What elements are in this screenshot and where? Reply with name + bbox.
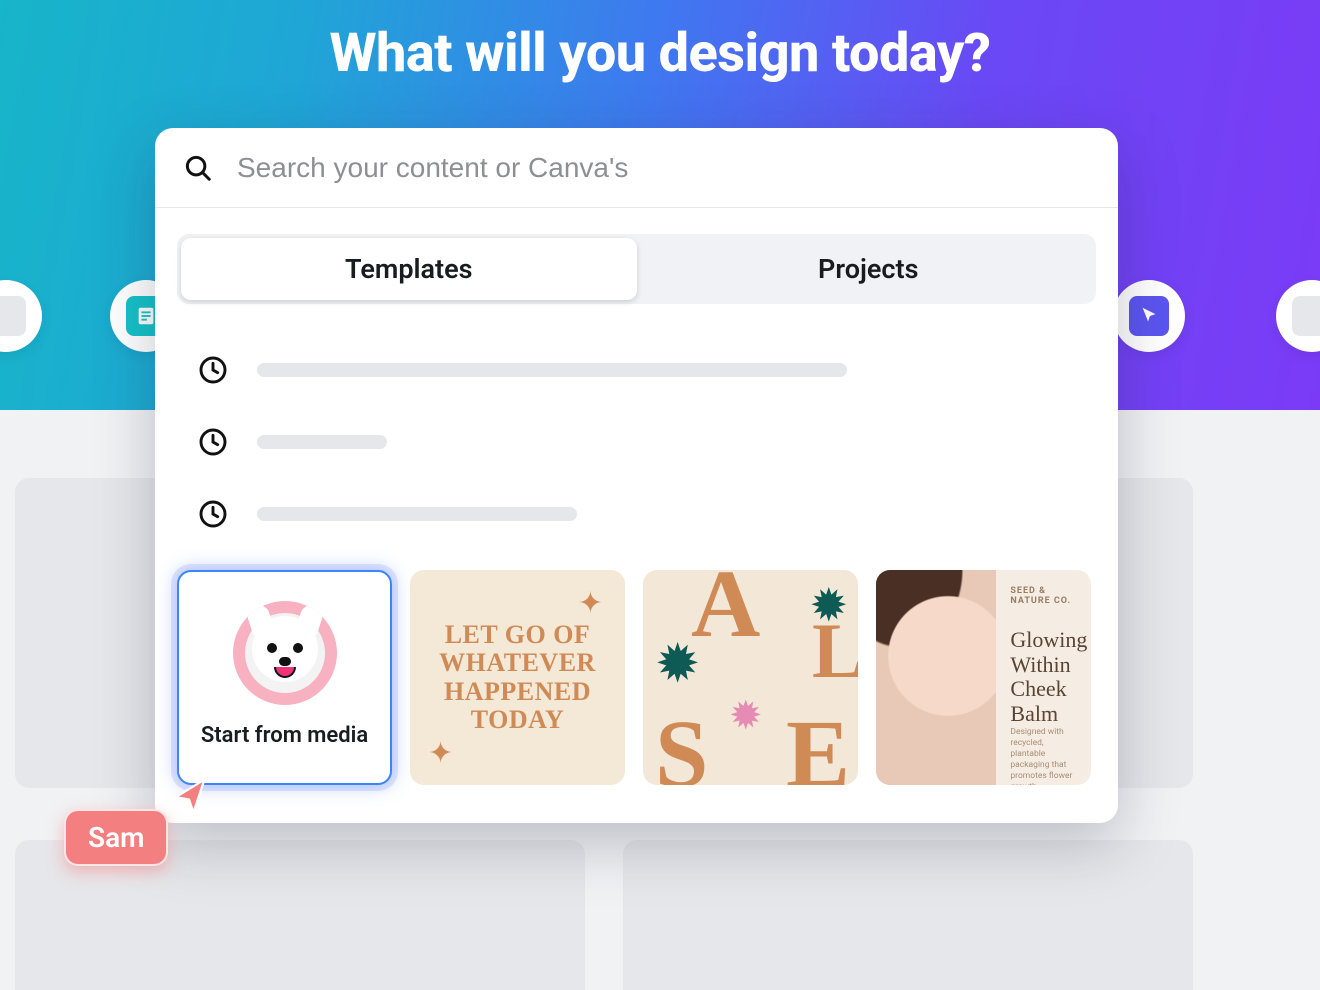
placeholder-line: [257, 507, 577, 521]
product-description: Designed with recycled, plantable packag…: [1010, 727, 1079, 786]
category-pill-cursor[interactable]: [1113, 280, 1185, 352]
template-text: LET GO OF WHATEVER HAPPENED TODAY: [439, 621, 596, 733]
clock-icon: [197, 498, 229, 530]
cursor-icon: [1129, 296, 1169, 336]
recent-search-item[interactable]: [197, 406, 1076, 478]
clock-icon: [197, 426, 229, 458]
media-thumbnail: [233, 601, 337, 705]
template-results: Start from media ✦ LET GO OF WHATEVER HA…: [155, 560, 1118, 811]
template-card-letters[interactable]: A L S E ✹ ✹ ✹: [643, 570, 858, 785]
decorative-letter: A: [691, 570, 760, 659]
tab-templates[interactable]: Templates: [181, 238, 637, 300]
sparkle-icon: ✦: [578, 586, 603, 621]
start-from-media-card[interactable]: Start from media: [177, 570, 392, 785]
search-tabs: Templates Projects: [177, 234, 1096, 304]
template-card-product[interactable]: SEED & NATURE CO. Glowing Within Cheek B…: [876, 570, 1091, 785]
template-card-quote[interactable]: ✦ LET GO OF WHATEVER HAPPENED TODAY ✦: [410, 570, 625, 785]
background-card: [623, 840, 1193, 990]
collaborator-name-tag: Sam: [64, 809, 168, 866]
product-image: [876, 570, 996, 785]
placeholder-line: [257, 435, 387, 449]
search-suggestions-panel: Templates Projects: [155, 128, 1118, 823]
recent-search-item[interactable]: [197, 478, 1076, 550]
start-from-media-label: Start from media: [201, 723, 368, 748]
starburst-icon: ✹: [655, 632, 700, 696]
recent-searches: [155, 304, 1118, 560]
search-bar[interactable]: [155, 128, 1118, 208]
starburst-icon: ✹: [729, 692, 763, 739]
product-brand: SEED & NATURE CO.: [1010, 586, 1079, 606]
hero-headline: What will you design today?: [0, 22, 1320, 85]
recent-search-item[interactable]: [197, 334, 1076, 406]
search-icon: [183, 153, 213, 183]
product-title: Glowing Within Cheek Balm: [1010, 628, 1079, 727]
decorative-letter: S: [655, 698, 708, 785]
search-input[interactable]: [237, 152, 1090, 184]
starburst-icon: ✹: [809, 578, 848, 633]
clock-icon: [197, 354, 229, 386]
decorative-letter: E: [786, 698, 850, 785]
tab-projects[interactable]: Projects: [641, 234, 1097, 304]
dog-image: [245, 613, 325, 693]
placeholder-line: [257, 363, 847, 377]
sparkle-icon: ✦: [428, 736, 453, 771]
